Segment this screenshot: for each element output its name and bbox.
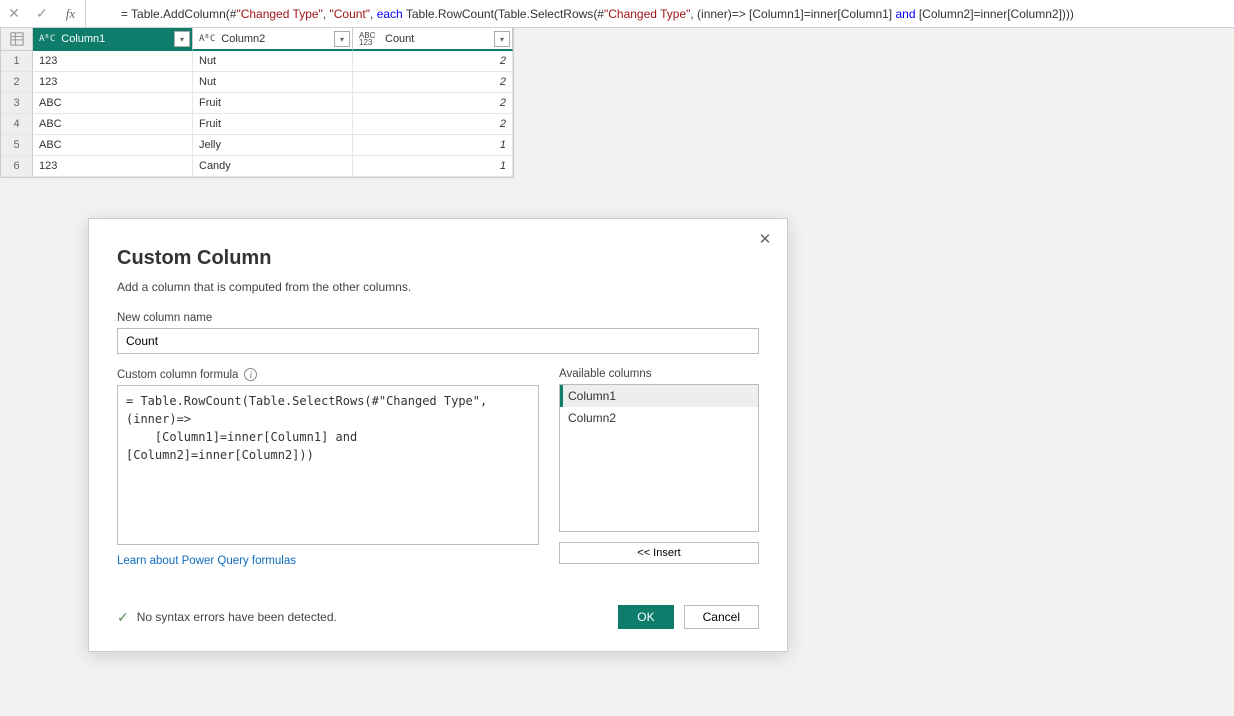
insert-button[interactable]: << Insert xyxy=(559,542,759,564)
table-row[interactable]: 6123Candy1 xyxy=(1,156,513,177)
cell[interactable]: 2 xyxy=(353,51,513,72)
cell[interactable]: Nut xyxy=(193,72,353,93)
column-header-label: Count xyxy=(385,33,414,45)
learn-link[interactable]: Learn about Power Query formulas xyxy=(117,555,539,567)
commit-formula-button[interactable]: ✓ xyxy=(28,0,56,28)
available-column-item[interactable]: Column1 xyxy=(560,385,758,407)
formula-bar: ✕ ✓ fx = Table.AddColumn(#"Changed Type"… xyxy=(0,0,1234,28)
cell[interactable]: 2 xyxy=(353,93,513,114)
cell[interactable]: ABC xyxy=(33,93,193,114)
row-header[interactable]: 3 xyxy=(1,93,33,114)
filter-button[interactable]: ▾ xyxy=(494,31,510,47)
column-header-column1[interactable]: AᴮC Column1 ▾ xyxy=(33,28,193,51)
type-text-icon: AᴮC xyxy=(199,34,215,44)
row-header[interactable]: 2 xyxy=(1,72,33,93)
info-icon[interactable]: i xyxy=(244,368,257,381)
cell[interactable]: 123 xyxy=(33,156,193,177)
table-row[interactable]: 5ABCJelly1 xyxy=(1,135,513,156)
filter-button[interactable]: ▾ xyxy=(334,31,350,47)
cancel-button[interactable]: Cancel xyxy=(684,605,759,629)
row-header[interactable]: 1 xyxy=(1,51,33,72)
new-column-name-input[interactable] xyxy=(117,328,759,354)
cell[interactable]: 2 xyxy=(353,72,513,93)
data-grid: AᴮC Column1 ▾ AᴮC Column2 ▾ ABC123 Count… xyxy=(0,28,514,178)
custom-formula-input[interactable]: = Table.RowCount(Table.SelectRows(#"Chan… xyxy=(117,385,539,545)
table-icon xyxy=(10,32,24,46)
cell[interactable]: Jelly xyxy=(193,135,353,156)
cell[interactable]: 1 xyxy=(353,135,513,156)
grid-corner-button[interactable] xyxy=(1,28,33,51)
table-row[interactable]: 2123Nut2 xyxy=(1,72,513,93)
table-row[interactable]: 1123Nut2 xyxy=(1,51,513,72)
row-header[interactable]: 4 xyxy=(1,114,33,135)
dialog-title: Custom Column xyxy=(117,247,759,270)
cell[interactable]: ABC xyxy=(33,114,193,135)
column-header-label: Column2 xyxy=(221,33,265,45)
cancel-formula-button[interactable]: ✕ xyxy=(0,0,28,28)
column-header-label: Column1 xyxy=(61,33,105,45)
syntax-status: ✓ No syntax errors have been detected. xyxy=(117,609,337,626)
cell[interactable]: Nut xyxy=(193,51,353,72)
close-button[interactable]: ✕ xyxy=(753,227,777,251)
cell[interactable]: 1 xyxy=(353,156,513,177)
cell[interactable]: 123 xyxy=(33,51,193,72)
new-column-name-label: New column name xyxy=(117,312,759,324)
available-columns-list[interactable]: Column1 Column2 xyxy=(559,384,759,532)
type-text-icon: AᴮC xyxy=(39,34,55,44)
table-row[interactable]: 3ABCFruit2 xyxy=(1,93,513,114)
row-header[interactable]: 5 xyxy=(1,135,33,156)
custom-formula-label: Custom column formula i xyxy=(117,368,539,381)
data-grid-wrap: AᴮC Column1 ▾ AᴮC Column2 ▾ ABC123 Count… xyxy=(0,28,1234,178)
ok-button[interactable]: OK xyxy=(618,605,673,629)
custom-column-dialog: ✕ Custom Column Add a column that is com… xyxy=(88,218,788,652)
filter-button[interactable]: ▾ xyxy=(174,31,190,47)
cell[interactable]: Fruit xyxy=(193,114,353,135)
column-header-column2[interactable]: AᴮC Column2 ▾ xyxy=(193,28,353,51)
fx-label: fx xyxy=(56,0,86,27)
dialog-subtitle: Add a column that is computed from the o… xyxy=(117,280,759,294)
cell[interactable]: Fruit xyxy=(193,93,353,114)
available-column-item[interactable]: Column2 xyxy=(560,407,758,429)
cell[interactable]: Candy xyxy=(193,156,353,177)
column-header-count[interactable]: ABC123 Count ▾ xyxy=(353,28,513,51)
type-any-icon: ABC123 xyxy=(359,32,379,46)
row-header[interactable]: 6 xyxy=(1,156,33,177)
cell[interactable]: ABC xyxy=(33,135,193,156)
available-columns-label: Available columns xyxy=(559,368,759,380)
cell[interactable]: 123 xyxy=(33,72,193,93)
check-icon: ✓ xyxy=(117,609,129,626)
cell[interactable]: 2 xyxy=(353,114,513,135)
table-row[interactable]: 4ABCFruit2 xyxy=(1,114,513,135)
